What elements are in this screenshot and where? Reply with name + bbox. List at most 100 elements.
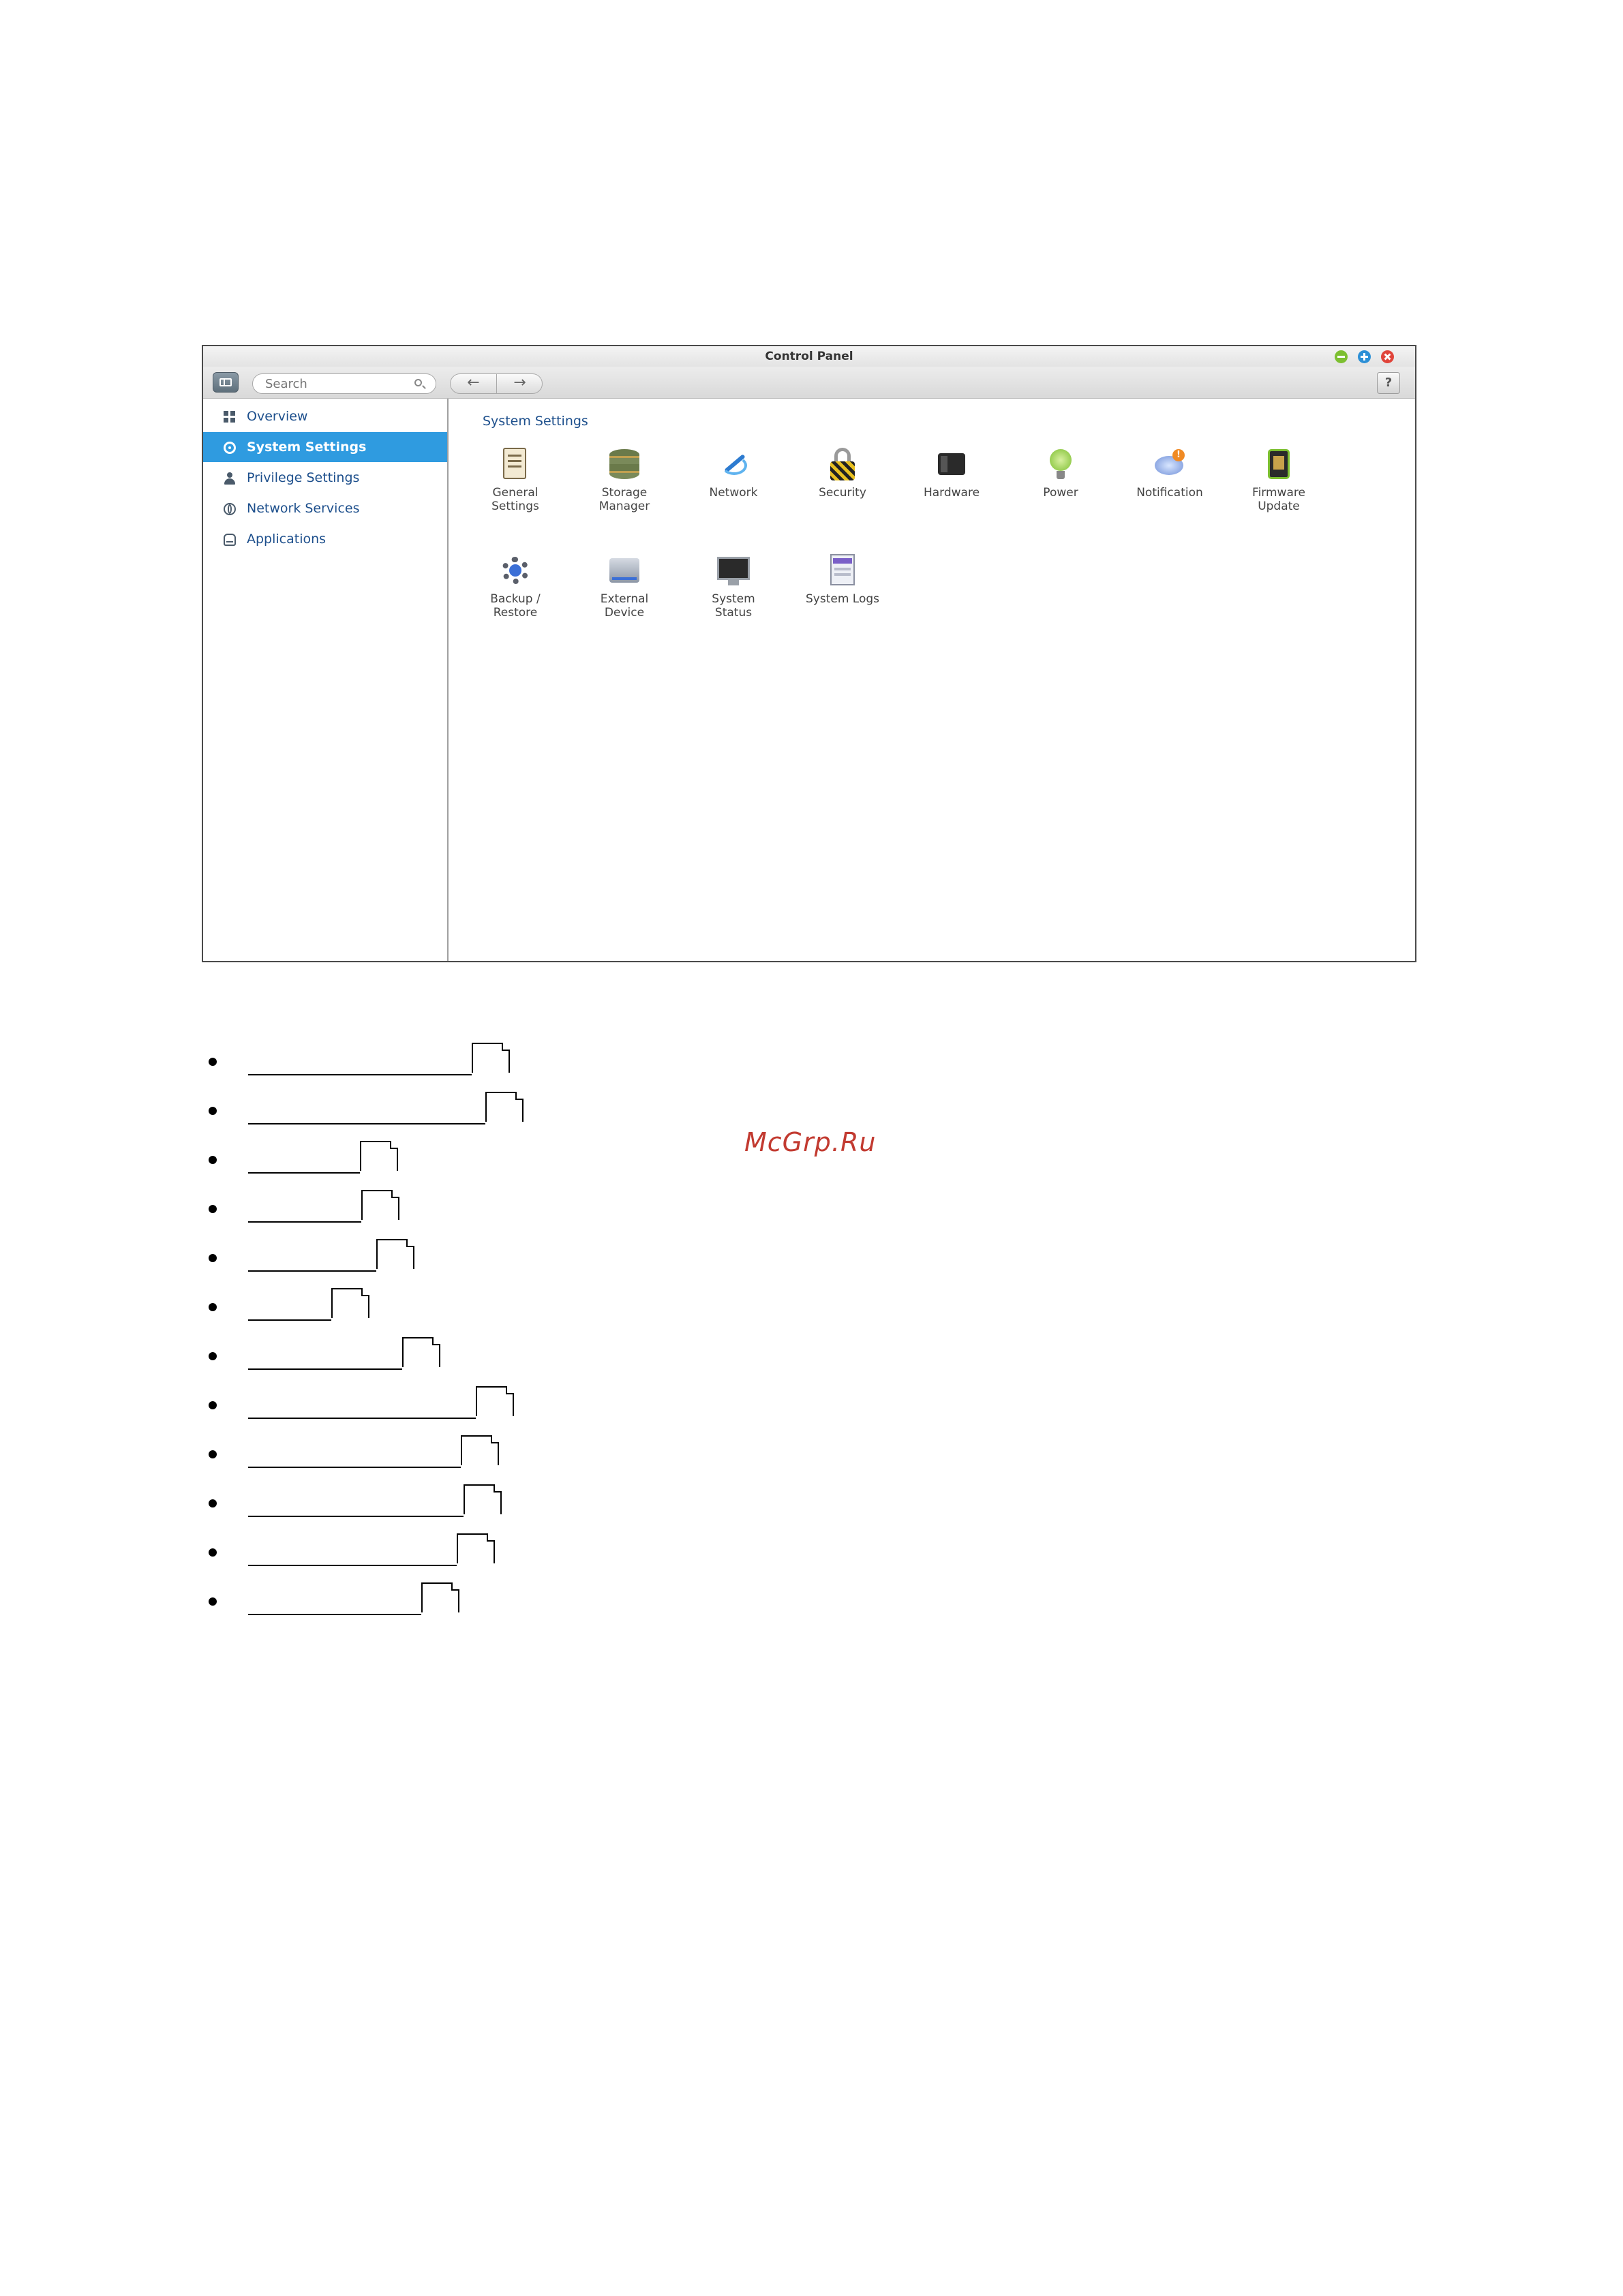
link[interactable] — [248, 1565, 457, 1566]
sidebar-item-label: Overview — [247, 409, 308, 424]
window-title: Control Panel — [765, 350, 853, 363]
tile-label: System Logs — [805, 592, 880, 606]
minimize-button[interactable] — [1335, 350, 1348, 363]
section-title: System Settings — [483, 414, 588, 429]
link[interactable] — [248, 1516, 464, 1517]
firmware-update-icon — [1261, 446, 1296, 482]
link[interactable] — [248, 1418, 476, 1419]
network-icon — [716, 446, 751, 482]
tile-label: Network — [709, 486, 758, 500]
link[interactable] — [248, 1368, 402, 1370]
sidebar-item-label: Privilege Settings — [247, 470, 360, 485]
tile-label: External Device — [600, 592, 649, 619]
tile-label: Storage Manager — [598, 486, 650, 513]
watermark: McGrp.Ru — [744, 1127, 877, 1157]
tile-system-status[interactable]: System Status — [679, 553, 788, 619]
tile-label: General Settings — [491, 486, 539, 513]
bullet — [209, 1205, 217, 1213]
tile-external-device[interactable]: External Device — [570, 553, 679, 619]
tile-label: System Status — [712, 592, 755, 619]
control-panel-window: Control Panel ← → ? Overview System Sett… — [202, 345, 1416, 962]
link[interactable] — [248, 1172, 360, 1174]
tile-firmware-update[interactable]: Firmware Update — [1224, 446, 1333, 513]
tile-hardware[interactable]: Hardware — [897, 446, 1006, 500]
navigation-buttons: ← → — [450, 373, 543, 394]
tile-label: Backup / Restore — [490, 592, 541, 619]
bullet — [209, 1303, 217, 1311]
tile-general-settings[interactable]: General Settings — [461, 446, 570, 513]
bullet — [209, 1499, 217, 1507]
bullet — [209, 1156, 217, 1164]
menu-toggle-button[interactable] — [213, 372, 239, 393]
link[interactable] — [248, 1319, 331, 1321]
link[interactable] — [248, 1614, 421, 1615]
sidebar-item-overview[interactable]: Overview — [203, 401, 447, 431]
page-reference-icon[interactable] — [360, 1141, 398, 1171]
bullet — [209, 1450, 217, 1458]
bullet — [209, 1107, 217, 1115]
page-reference-icon[interactable] — [485, 1092, 524, 1122]
overview-icon — [224, 411, 236, 423]
page-reference-icon[interactable] — [464, 1484, 502, 1514]
help-button[interactable]: ? — [1377, 372, 1400, 394]
page-reference-icon[interactable] — [376, 1239, 414, 1269]
page-reference-icon[interactable] — [457, 1533, 495, 1563]
tile-notification[interactable]: Notification — [1115, 446, 1224, 500]
link[interactable] — [248, 1123, 485, 1124]
bullet — [209, 1548, 217, 1557]
tile-system-logs[interactable]: System Logs — [788, 553, 897, 606]
sidebar: Overview System Settings Privilege Setti… — [203, 399, 449, 961]
forward-button[interactable]: → — [497, 374, 542, 393]
notification-icon — [1152, 446, 1187, 482]
sidebar-item-privilege-settings[interactable]: Privilege Settings — [203, 463, 447, 493]
page-reference-icon[interactable] — [421, 1582, 459, 1612]
hardware-icon — [934, 446, 969, 482]
tile-backup-restore[interactable]: Backup / Restore — [461, 553, 570, 619]
tile-label: Power — [1043, 486, 1078, 500]
general-settings-icon — [498, 446, 533, 482]
page-reference-icon[interactable] — [476, 1386, 514, 1416]
toolbar: ← → ? — [203, 367, 1415, 399]
search-icon[interactable] — [414, 379, 422, 386]
link[interactable] — [248, 1221, 361, 1223]
link[interactable] — [248, 1270, 376, 1272]
bullet — [209, 1254, 217, 1262]
sidebar-item-network-services[interactable]: Network Services — [203, 493, 447, 523]
globe-icon — [224, 503, 236, 515]
storage-manager-icon — [607, 446, 642, 482]
tile-power[interactable]: Power — [1006, 446, 1115, 500]
external-device-icon — [607, 553, 642, 588]
search-input[interactable] — [252, 373, 436, 394]
page-reference-icon[interactable] — [472, 1043, 510, 1073]
maximize-button[interactable] — [1358, 350, 1371, 363]
system-status-icon — [716, 553, 751, 588]
page-reference-icon[interactable] — [331, 1288, 369, 1318]
sidebar-item-system-settings[interactable]: System Settings — [203, 432, 447, 462]
page-reference-icon[interactable] — [361, 1190, 399, 1220]
sidebar-item-label: System Settings — [247, 440, 367, 455]
gear-icon — [224, 442, 236, 454]
back-button[interactable]: ← — [451, 374, 497, 393]
tile-label: Firmware Update — [1252, 486, 1305, 513]
page-reference-icon[interactable] — [402, 1337, 440, 1367]
tile-security[interactable]: Security — [788, 446, 897, 500]
bullet — [209, 1352, 217, 1360]
system-logs-icon — [825, 553, 860, 588]
applications-icon — [224, 534, 236, 546]
tile-label: Notification — [1136, 486, 1203, 500]
tile-label: Hardware — [923, 486, 980, 500]
sidebar-item-applications[interactable]: Applications — [203, 524, 447, 554]
link[interactable] — [248, 1467, 461, 1468]
sidebar-item-label: Applications — [247, 532, 327, 547]
tile-network[interactable]: Network — [679, 446, 788, 500]
tile-storage-manager[interactable]: Storage Manager — [570, 446, 679, 513]
close-button[interactable] — [1381, 350, 1394, 363]
title-bar[interactable]: Control Panel — [203, 346, 1415, 367]
bullet — [209, 1597, 217, 1606]
main-content: System Settings General Settings Storage… — [449, 399, 1415, 961]
bullet — [209, 1058, 217, 1066]
link[interactable] — [248, 1074, 472, 1075]
page-reference-icon[interactable] — [461, 1435, 499, 1465]
backup-restore-icon — [498, 553, 533, 588]
user-icon — [224, 472, 236, 485]
